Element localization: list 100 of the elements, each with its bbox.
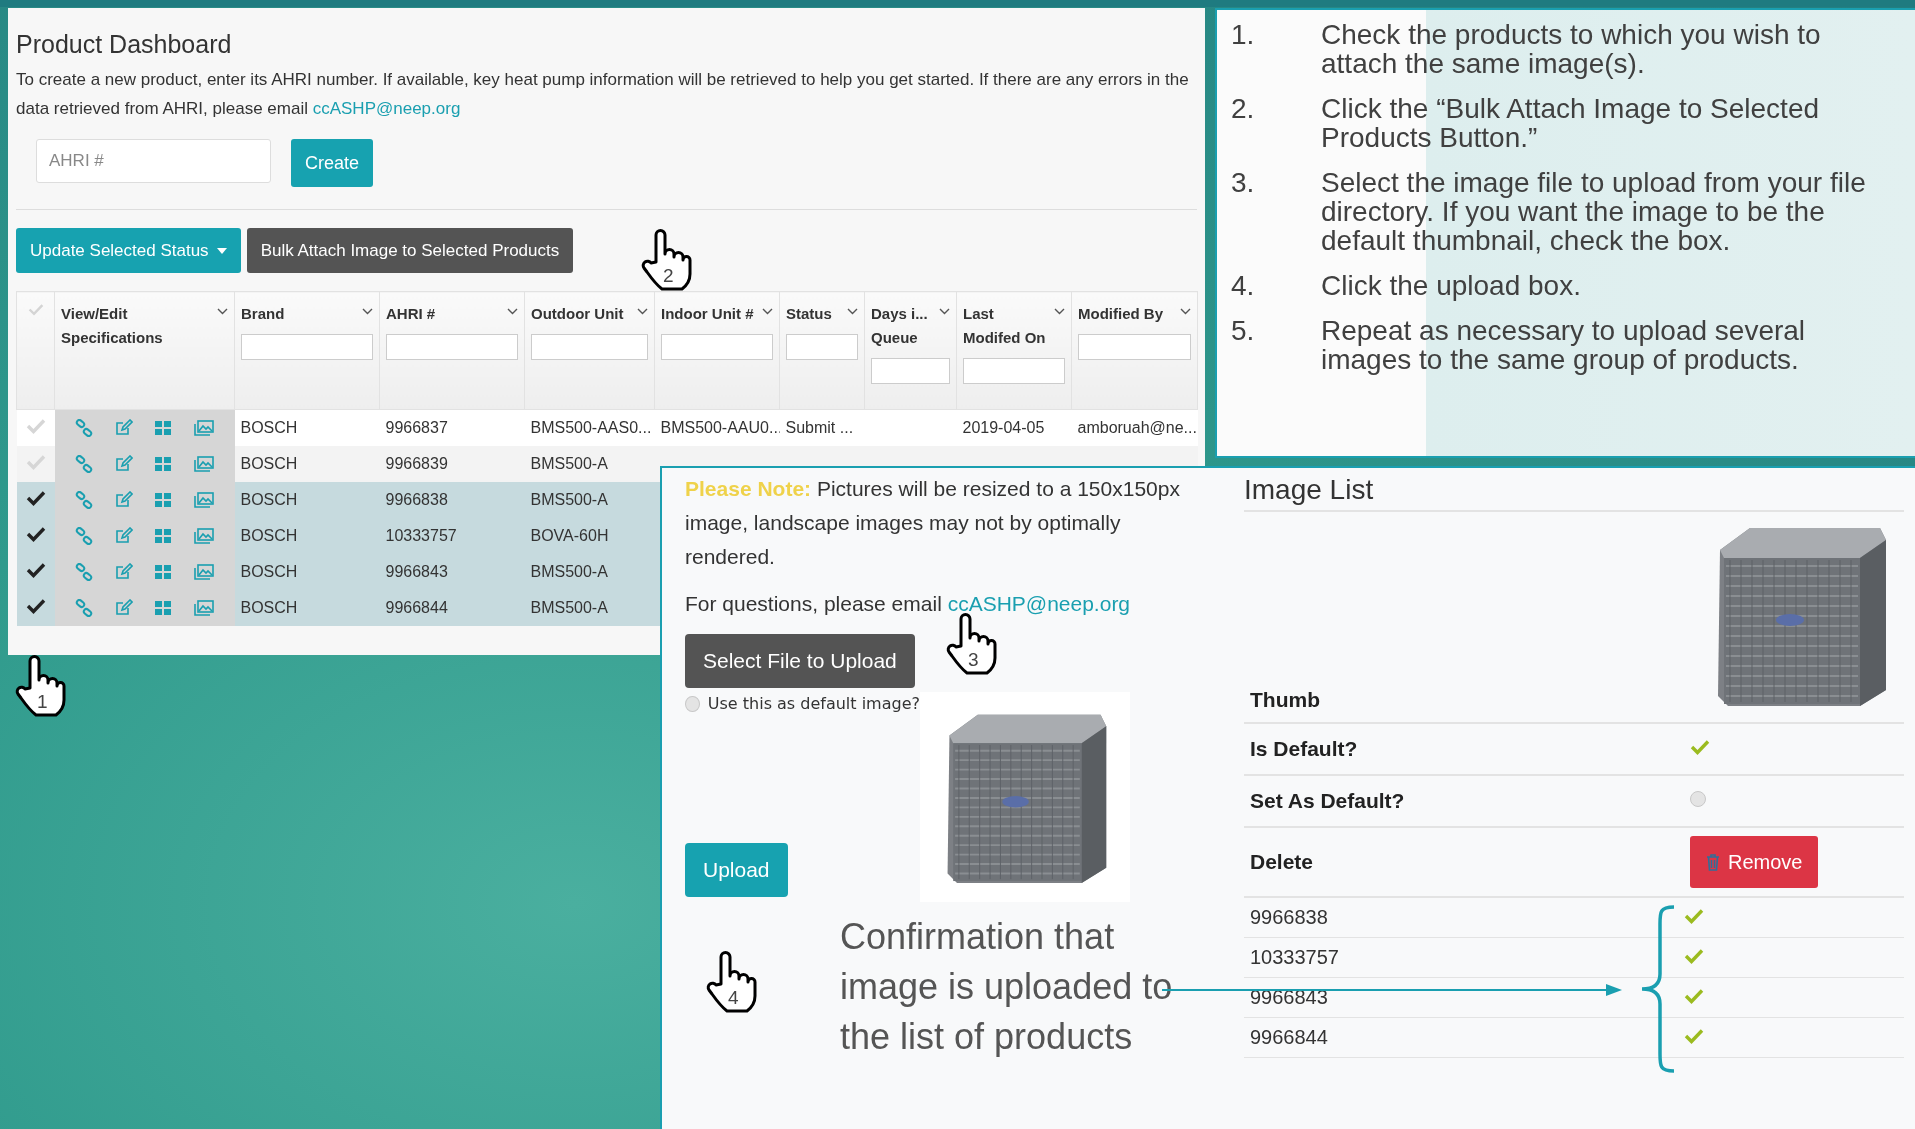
link-icon[interactable] — [75, 491, 94, 509]
image-list-title: Image List — [1244, 474, 1904, 512]
table-cell: BOSCH — [234, 518, 380, 554]
link-icon[interactable] — [75, 455, 94, 473]
product-number: 9966844 — [1250, 1026, 1328, 1048]
column-label: Outdoor Unit — [531, 304, 624, 324]
radio-label: Use this as default image? — [707, 694, 920, 713]
edit-icon[interactable] — [114, 491, 133, 509]
table-cell: BOSCH — [234, 554, 380, 590]
grid-icon[interactable] — [154, 455, 173, 473]
intro-text: To create a new product, enter its AHRI number. If available, key heat pump information will be retrieved to help you get started. If there are any errors in the data retrieved from AHRI, please email ccASHP@neep.org — [16, 69, 1190, 120]
step-number: 1. — [1231, 20, 1256, 52]
field-label: Delete — [1249, 850, 1315, 874]
table-cell: BOSCH — [234, 409, 380, 446]
images-icon[interactable] — [193, 563, 214, 581]
edit-icon[interactable] — [114, 419, 133, 437]
column-filter-field[interactable] — [241, 334, 373, 360]
grid-icon[interactable] — [154, 563, 173, 581]
grid-icon[interactable] — [154, 491, 173, 509]
link-icon[interactable] — [75, 563, 94, 581]
field-label: Thumb — [1249, 688, 1321, 713]
select-all-check-icon[interactable] — [27, 303, 44, 316]
column-label: Modified By — [1078, 304, 1163, 324]
step-number: 4 — [728, 988, 739, 1008]
table-cell: BOVA-60H — [524, 518, 655, 554]
column-filter-field[interactable] — [963, 358, 1065, 384]
pointing-hand-icon — [640, 228, 694, 292]
grid-icon[interactable] — [154, 527, 173, 545]
chevron-down-icon[interactable] — [1054, 308, 1065, 315]
column-filter-field[interactable] — [386, 334, 518, 360]
page-title: Product Dashboard — [16, 30, 233, 59]
chevron-down-icon[interactable] — [1180, 308, 1191, 315]
table-cell: BMS500-A — [524, 590, 655, 626]
images-icon[interactable] — [193, 419, 214, 437]
table-cell: amboruah@ne... — [1071, 409, 1198, 446]
step-number: 1 — [37, 692, 48, 712]
select-file-button[interactable]: Select File to Upload — [685, 634, 915, 688]
link-icon[interactable] — [75, 599, 94, 617]
column-filter-field[interactable] — [871, 358, 950, 384]
column-label: Brand — [241, 304, 285, 324]
link-icon[interactable] — [75, 419, 94, 437]
checkbox-cell[interactable] — [16, 482, 55, 518]
table-cell: BOSCH — [234, 590, 380, 626]
column-filter-field[interactable] — [786, 334, 858, 360]
step-text: Click the upload box. — [1321, 271, 1581, 300]
chevron-down-icon[interactable] — [762, 308, 773, 315]
checkbox-cell[interactable] — [16, 590, 55, 626]
edit-icon[interactable] — [114, 563, 133, 581]
field-label: Set As Default? — [1249, 789, 1406, 813]
chevron-down-icon[interactable] — [507, 308, 518, 315]
chevron-down-icon[interactable] — [637, 308, 648, 315]
default-radio[interactable] — [685, 695, 700, 712]
column-filter-field[interactable] — [661, 334, 773, 360]
chevron-down-icon[interactable] — [939, 308, 950, 315]
trash-icon — [1706, 853, 1720, 871]
table-cell: 9966839 — [379, 446, 525, 482]
chevron-down-icon[interactable] — [362, 308, 373, 315]
edit-icon[interactable] — [114, 455, 133, 473]
table-cell: Submit ... — [779, 409, 865, 446]
column-label: Days i... Queue — [871, 304, 929, 348]
step-number: 2 — [663, 266, 674, 286]
table-cell: 9966837 — [379, 409, 525, 446]
product-number: 9966838 — [1250, 906, 1328, 928]
edit-icon[interactable] — [114, 527, 133, 545]
field-label: Is Default? — [1249, 737, 1359, 761]
table-cell: BOSCH — [234, 446, 380, 482]
confirmation-note: Confirmation that image is uploaded to the list of products — [840, 915, 1174, 1059]
caret-icon — [216, 247, 227, 254]
grid-icon[interactable] — [154, 419, 173, 437]
column-label: View/Edit Specifications — [61, 304, 164, 348]
edit-icon[interactable] — [114, 599, 133, 617]
step-number: 3. — [1231, 168, 1256, 200]
checkbox-cell[interactable] — [16, 446, 55, 482]
images-icon[interactable] — [193, 599, 214, 617]
images-icon[interactable] — [193, 491, 214, 509]
remove-button[interactable]: Remove — [1690, 836, 1819, 888]
link-icon[interactable] — [75, 527, 94, 545]
checkbox-cell[interactable] — [16, 409, 55, 446]
pointing-hand-icon — [705, 950, 759, 1014]
images-icon[interactable] — [193, 455, 214, 473]
set-default-radio[interactable] — [1690, 791, 1706, 807]
table-cell: BMS500-A — [524, 554, 655, 590]
column-filter-field[interactable] — [1078, 334, 1191, 360]
step-text: Check the products to which you wish to attach the same image(s). — [1321, 20, 1822, 78]
images-icon[interactable] — [193, 527, 214, 545]
table-cell: 9966844 — [379, 590, 525, 626]
table-cell: BMS500-A — [524, 482, 655, 518]
grid-icon[interactable] — [154, 599, 173, 617]
column-filter-field[interactable] — [531, 334, 648, 360]
step-number: 3 — [968, 650, 979, 670]
chevron-down-icon[interactable] — [847, 308, 858, 315]
product-number: 10333757 — [1250, 946, 1339, 968]
bulk-attach-button[interactable]: Bulk Attach Image to Selected Products — [246, 228, 574, 273]
column-label: Status — [786, 304, 832, 324]
step-text: Click the “Bulk Attach Image to Selected Products Button.” — [1321, 94, 1821, 152]
chevron-down-icon[interactable] — [217, 308, 228, 315]
ahri-input-field[interactable]: AHRI # — [36, 139, 271, 183]
step-text: Select the image file to upload from your file directory. If you want the image to be the default thumbnail, check the box. — [1321, 168, 1867, 255]
table-cell: 9966843 — [379, 554, 525, 590]
column-label: Last Modifed On — [963, 304, 1047, 348]
